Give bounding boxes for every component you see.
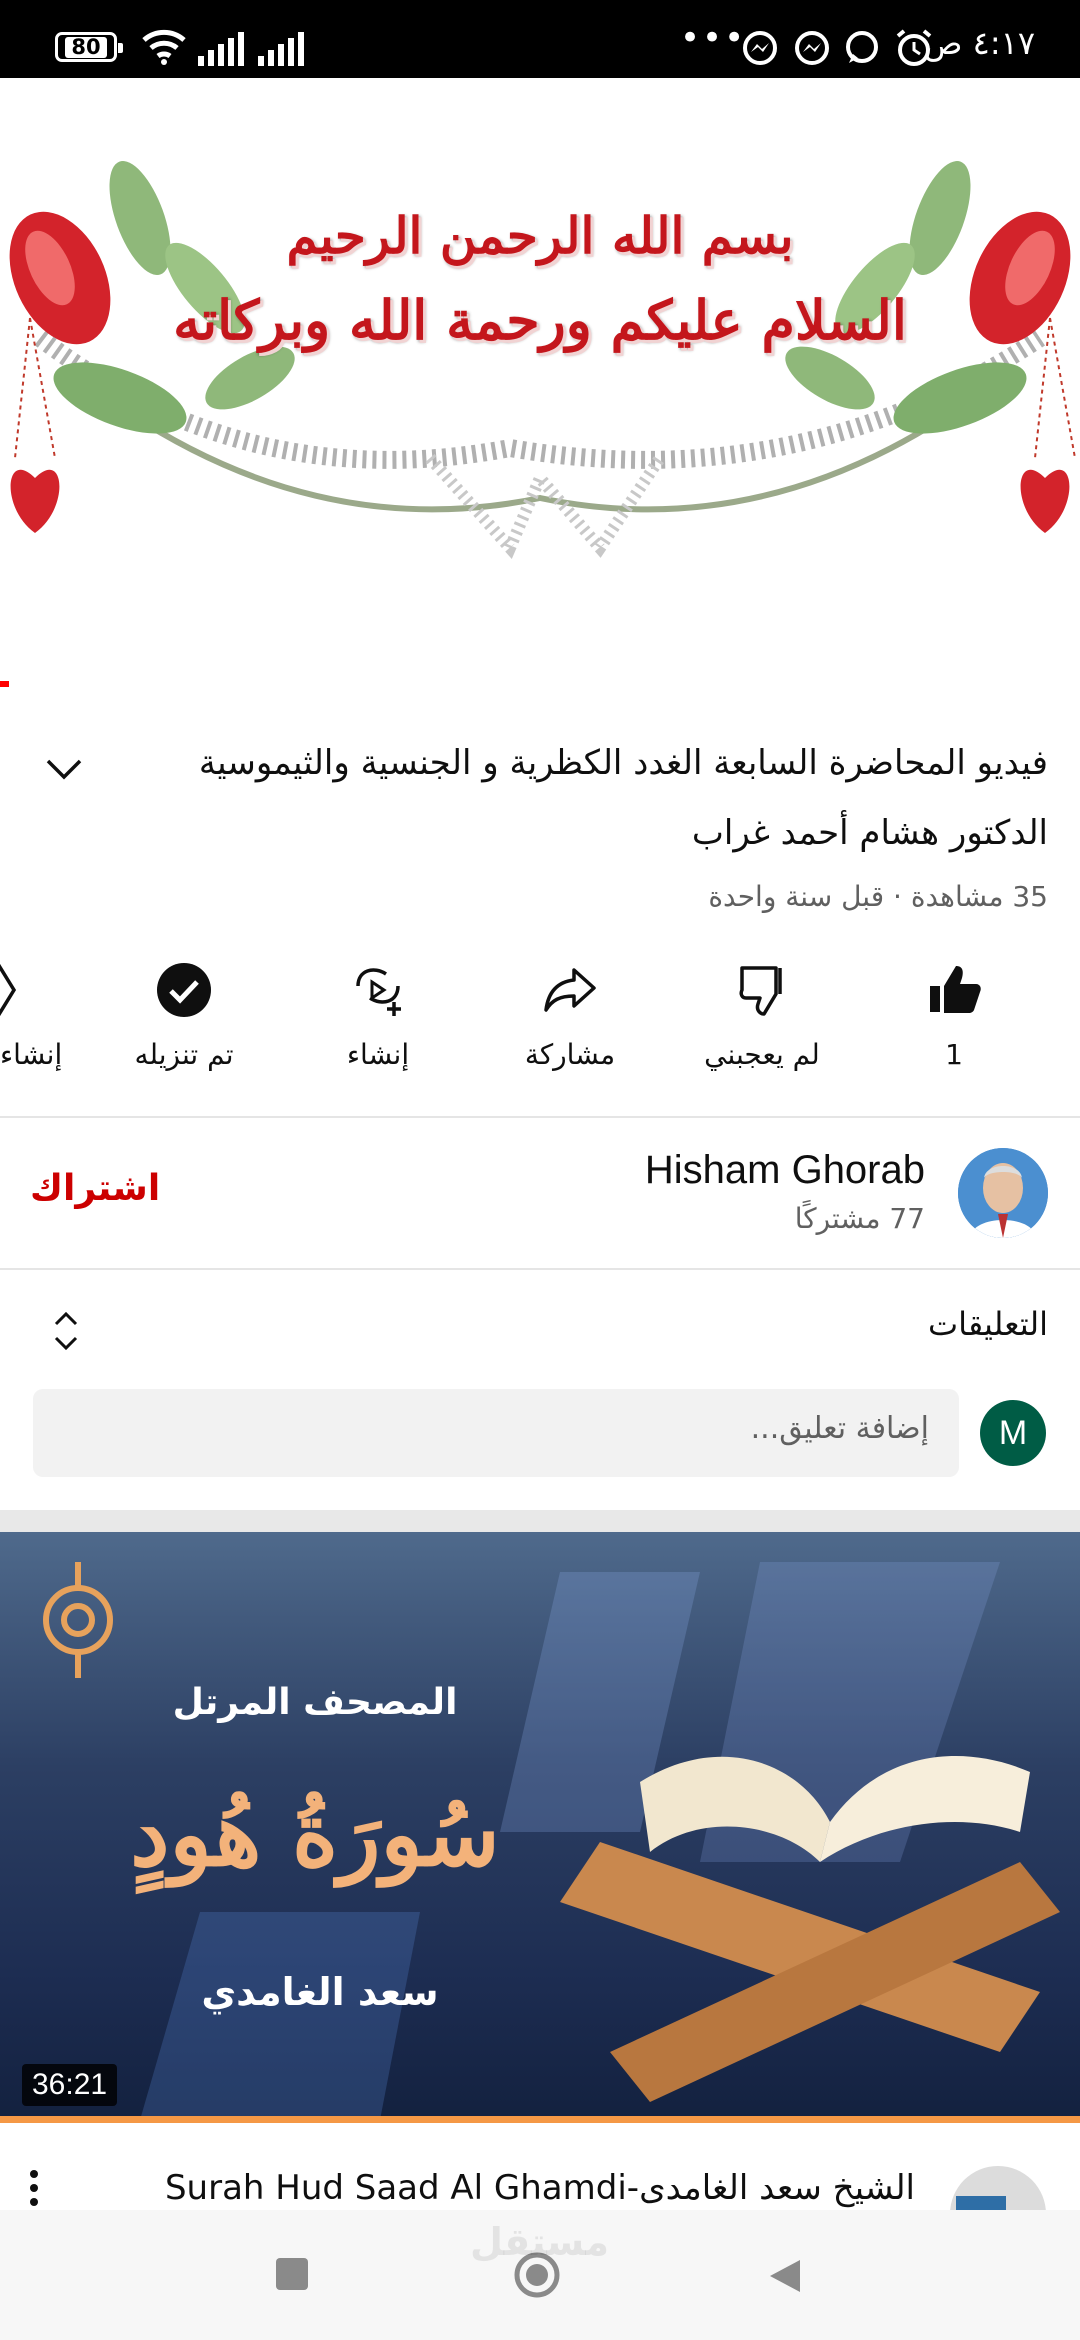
share-button[interactable]: مشاركة: [480, 960, 660, 1080]
share-icon: [544, 968, 596, 1012]
thumbnail-surah-title: سُورَةُ هُودٍ: [130, 1782, 500, 1886]
whatsapp-icon: [846, 31, 878, 63]
downloaded-label: تم تنزيله: [134, 1038, 234, 1071]
share-label: مشاركة: [524, 1038, 616, 1071]
clock: ٤:١٧ ص: [923, 24, 1035, 62]
subscriber-count: 77 مشتركًا: [794, 1202, 925, 1235]
dislike-button[interactable]: لم يعجبني: [672, 960, 852, 1080]
create-button[interactable]: إنشاء: [288, 960, 468, 1080]
banner-greeting-line1: بسم الله الرحمن الرحيم: [286, 206, 794, 265]
banner-greeting-line2: السلام عليكم ورحمة الله وبركاته: [173, 288, 907, 352]
comments-heading[interactable]: التعليقات: [928, 1305, 1048, 1343]
signal-icon-2: [258, 32, 304, 66]
user-avatar: M: [980, 1400, 1046, 1466]
thumbnail-reciter: سعد الغامدي: [201, 1970, 439, 2014]
video-title[interactable]: فيديو المحاضرة السابعة الغدد الكظرية و ا…: [128, 728, 1048, 868]
video-meta: 35 مشاهدة · قبل سنة واحدة: [708, 880, 1048, 913]
status-bar: 80 ••• ٤:١٧ ص: [0, 0, 1080, 78]
back-icon[interactable]: [764, 2256, 804, 2296]
download-button[interactable]: تم تنزيله: [94, 960, 274, 1080]
watched-progress: [0, 2116, 1080, 2123]
section-separator: [0, 1510, 1080, 1532]
divider: [0, 1268, 1080, 1270]
thumbs-up-icon: [930, 966, 981, 1013]
battery-level: 80: [65, 36, 107, 58]
recents-icon[interactable]: [274, 2256, 310, 2292]
like-count: 1: [945, 1038, 963, 1071]
scissors-icon: [0, 963, 17, 1017]
playback-progress[interactable]: [0, 681, 9, 687]
like-button[interactable]: 1: [864, 960, 1044, 1080]
watermark-logo: مستقل: [470, 2220, 609, 2264]
thumbnail-subtitle: المصحف المرتل: [172, 1682, 458, 1723]
chevron-down-icon[interactable]: [40, 745, 88, 793]
check-circle-icon: [157, 963, 211, 1017]
signal-icon: [198, 32, 244, 66]
add-comment-input[interactable]: إضافة تعليق...: [33, 1389, 959, 1477]
messenger-icon-2: [795, 31, 829, 65]
clip-button[interactable]: إنشاء: [0, 960, 84, 1080]
video-duration: 36:21: [22, 2064, 118, 2106]
expand-collapse-icon[interactable]: [48, 1308, 84, 1354]
more-notifications-icon: •••: [680, 18, 747, 58]
create-label: إنشاء: [346, 1038, 410, 1071]
thumbs-down-icon: [739, 966, 782, 1016]
divider: [0, 1116, 1080, 1118]
remix-icon: [356, 968, 401, 1016]
dislike-label: لم يعجبني: [704, 1038, 820, 1071]
wifi-icon: [142, 29, 186, 65]
channel-name[interactable]: Hisham Ghorab: [645, 1148, 925, 1193]
next-video-title[interactable]: الشيخ سعد الغامدى-Surah Hud Saad Al Gham…: [55, 2168, 915, 2208]
battery-icon: 80: [55, 32, 123, 62]
video-player[interactable]: بسم الله الرحمن الرحيم السلام عليكم ورحم…: [0, 78, 1080, 608]
messenger-icon: [743, 31, 777, 65]
more-vert-icon[interactable]: [28, 2168, 40, 2208]
avatar-photo: [958, 1148, 1048, 1238]
subscribe-button[interactable]: اشتراك: [30, 1168, 160, 1209]
video-thumbnail[interactable]: المصحف المرتل سُورَةُ هُودٍ سعد الغامدي: [0, 1532, 1080, 2120]
channel-avatar[interactable]: [958, 1148, 1048, 1238]
create-label-partial: إنشاء: [0, 1038, 63, 1071]
